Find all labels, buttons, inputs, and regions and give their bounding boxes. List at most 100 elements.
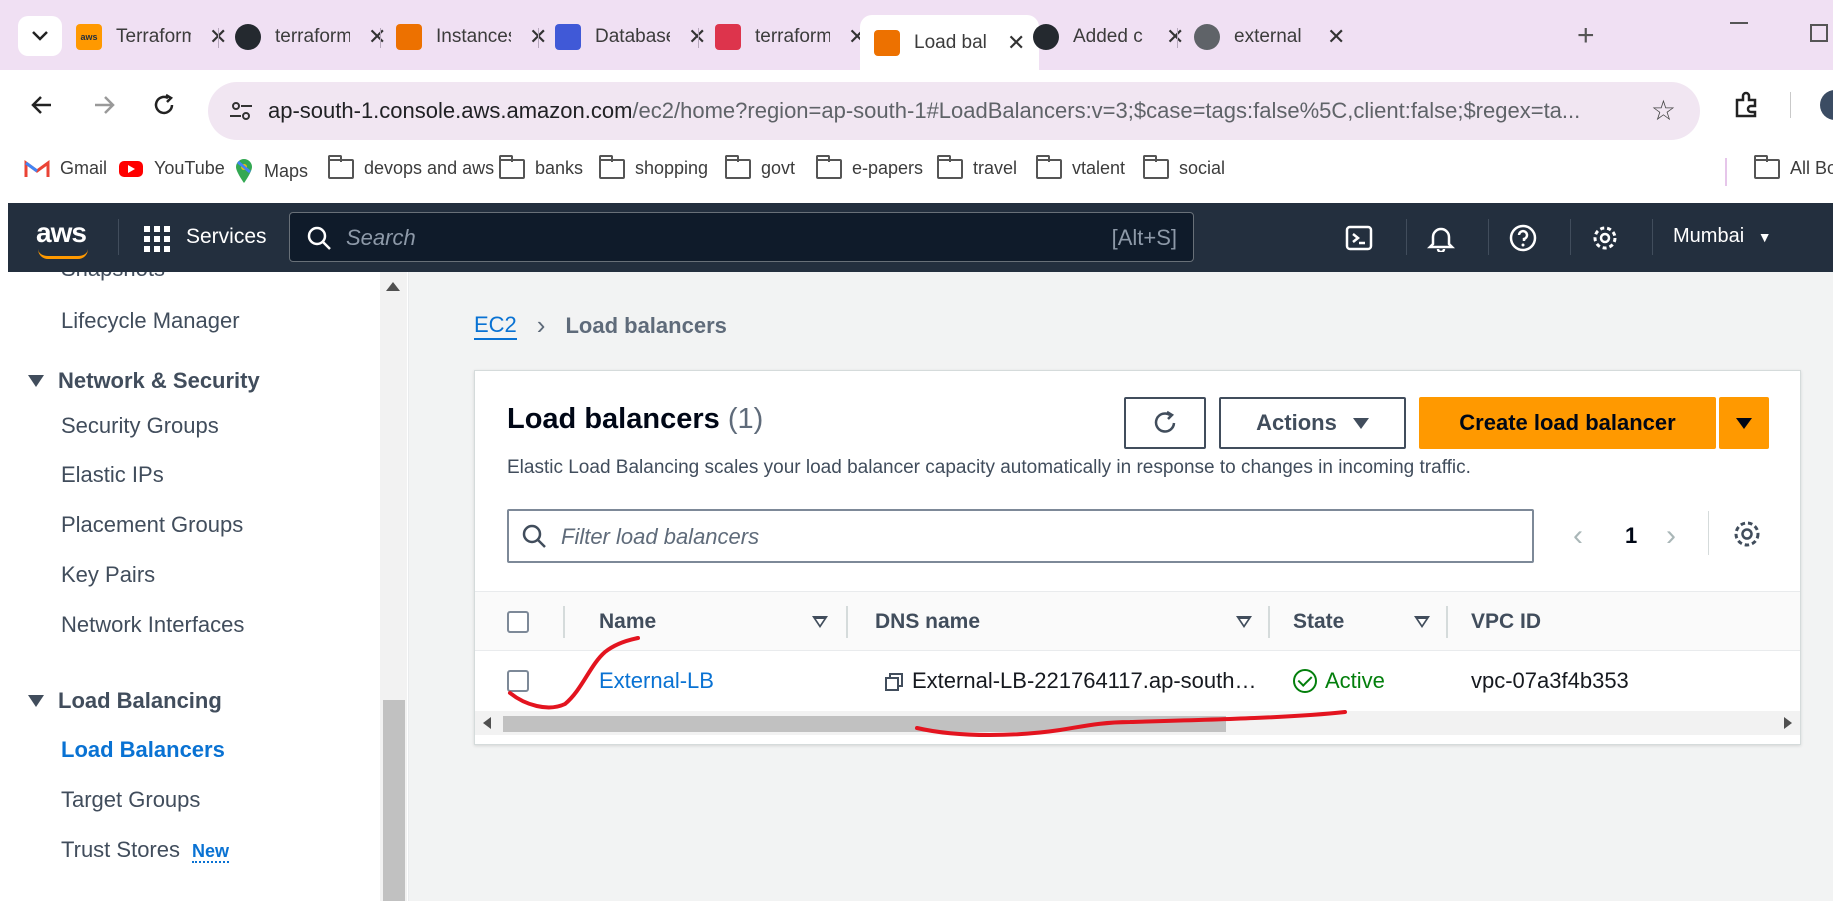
sidebar-item-network-interfaces[interactable]: Network Interfaces (61, 612, 244, 638)
services-grid-icon[interactable] (144, 226, 170, 252)
minimize-icon[interactable] (1730, 22, 1748, 24)
bookmark-star-icon[interactable]: ☆ (1651, 94, 1676, 127)
sidebar-item-placement-groups[interactable]: Placement Groups (61, 512, 243, 538)
column-header-vpc-id[interactable]: VPC ID (1471, 610, 1541, 634)
browser-tab[interactable]: Database ✕ (555, 15, 706, 59)
extensions-icon[interactable] (1731, 90, 1761, 120)
bookmark-folder[interactable]: shopping (599, 154, 708, 179)
column-header-dns-name[interactable]: DNS name (875, 610, 980, 634)
region-selector[interactable]: Mumbai ▼ (1673, 225, 1772, 248)
new-tab-button[interactable]: + (1577, 19, 1595, 53)
scroll-up-arrow-icon[interactable] (386, 282, 400, 291)
sort-icon[interactable] (1414, 616, 1430, 628)
scroll-right-arrow-icon[interactable] (1784, 717, 1792, 729)
sidebar-item-elastic-ips[interactable]: Elastic IPs (61, 462, 164, 488)
sidebar-item-snapshots[interactable]: Snapshots (61, 272, 165, 282)
close-icon[interactable]: ✕ (1166, 24, 1184, 50)
browser-tab[interactable]: Added c ✕ (1033, 15, 1184, 59)
bookmark-maps[interactable]: Maps (234, 158, 308, 184)
bookmark-folder[interactable]: devops and aws (328, 154, 494, 179)
table-horizontal-scrollbar[interactable] (475, 711, 1800, 735)
console-search-input[interactable]: Search [Alt+S] (289, 212, 1194, 262)
maximize-icon[interactable] (1810, 24, 1828, 42)
page-title: Load balancers (1) (507, 403, 763, 436)
search-shortcut: [Alt+S] (1111, 225, 1177, 250)
settings-button[interactable] (1588, 221, 1622, 255)
bookmark-folder[interactable]: banks (499, 154, 583, 179)
page-number[interactable]: 1 (1625, 523, 1637, 549)
reload-button[interactable] (152, 92, 176, 124)
tab-search-button[interactable] (18, 16, 62, 56)
actions-dropdown[interactable]: Actions (1219, 397, 1406, 449)
search-placeholder: Search (346, 225, 416, 250)
bookmark-folder[interactable]: govt (725, 154, 795, 179)
browser-tab[interactable]: Instances ✕ (396, 15, 547, 59)
bookmark-folder[interactable]: social (1143, 154, 1225, 179)
browser-tab[interactable]: external ✕ (1194, 15, 1345, 59)
create-options-dropdown[interactable] (1719, 397, 1769, 449)
refresh-button[interactable] (1124, 397, 1206, 449)
column-header-name[interactable]: Name (599, 610, 656, 634)
bookmark-folder[interactable]: travel (937, 154, 1017, 179)
gear-icon[interactable] (1732, 519, 1762, 549)
tab-title: terraform (755, 26, 830, 47)
sidebar-item-load-balancers[interactable]: Load Balancers (61, 737, 225, 763)
browser-tab[interactable]: aws Terraform ✕ (76, 15, 227, 59)
sidebar-item-key-pairs[interactable]: Key Pairs (61, 562, 155, 588)
help-button[interactable] (1506, 221, 1540, 255)
sidebar-section-network-security[interactable]: Network & Security (28, 368, 260, 394)
section-label: Load Balancing (58, 688, 222, 713)
sidebar-item-trust-stores[interactable]: Trust Stores New (61, 837, 230, 863)
sidebar-section-load-balancing[interactable]: Load Balancing (28, 688, 222, 714)
search-icon (307, 226, 331, 250)
create-load-balancer-button[interactable]: Create load balancer (1419, 397, 1716, 449)
filter-input[interactable]: Filter load balancers (507, 509, 1534, 563)
close-icon[interactable]: ✕ (368, 24, 386, 50)
aws-logo[interactable]: aws (36, 217, 87, 249)
new-badge: New (192, 841, 230, 863)
address-bar[interactable]: ap-south-1.console.aws.amazon.com/ec2/ho… (208, 82, 1700, 140)
chevron-right-icon[interactable]: › (1666, 519, 1676, 553)
folder-icon (599, 154, 625, 179)
copy-icon[interactable] (885, 673, 903, 691)
cloudshell-button[interactable] (1342, 221, 1376, 255)
forward-button[interactable] (92, 92, 116, 124)
column-header-state[interactable]: State (1293, 610, 1344, 634)
scroll-left-arrow-icon[interactable] (483, 717, 491, 729)
row-checkbox[interactable] (507, 670, 529, 692)
browser-tab[interactable]: terraform ✕ (715, 15, 866, 59)
sidebar-scroll-thumb[interactable] (383, 700, 405, 901)
browser-tab-active[interactable]: Load bal ✕ (860, 15, 1040, 70)
lb-name-link[interactable]: External-LB (599, 668, 714, 694)
bookmark-label: Maps (264, 160, 309, 181)
sort-icon[interactable] (812, 616, 828, 628)
aws-top-nav: aws Services Search [Alt+S] Mumbai ▼ (8, 203, 1833, 272)
bookmark-youtube[interactable]: YouTube (118, 158, 225, 179)
tab-title: Load bal (914, 31, 987, 53)
notifications-button[interactable] (1424, 221, 1458, 255)
breadcrumb-ec2[interactable]: EC2 (474, 312, 517, 340)
ec2-icon (874, 29, 900, 56)
site-info-icon[interactable] (228, 98, 254, 124)
filter-placeholder: Filter load balancers (561, 524, 760, 549)
close-icon[interactable]: ✕ (1327, 24, 1345, 50)
all-bookmarks[interactable]: All Bo (1754, 154, 1833, 179)
close-icon[interactable]: ✕ (1007, 30, 1025, 56)
chevron-left-icon[interactable]: ‹ (1573, 519, 1583, 553)
table-row[interactable]: External-LB External-LB-221764117.ap-sou… (475, 651, 1800, 711)
services-menu[interactable]: Services (186, 225, 267, 249)
bookmarks-bar: Gmail YouTube Maps devops and aws banks … (0, 146, 1833, 202)
breadcrumb-current: Load balancers (565, 312, 727, 338)
select-all-checkbox[interactable] (507, 611, 529, 633)
back-button[interactable] (30, 92, 54, 124)
sidebar-item-security-groups[interactable]: Security Groups (61, 413, 219, 439)
horizontal-scroll-thumb[interactable] (503, 716, 1226, 732)
bookmark-folder[interactable]: vtalent (1036, 154, 1125, 179)
sidebar-item-target-groups[interactable]: Target Groups (61, 787, 200, 813)
sidebar-item-lifecycle-manager[interactable]: Lifecycle Manager (61, 308, 240, 334)
bookmark-gmail[interactable]: Gmail (24, 158, 107, 179)
browser-tab[interactable]: terraform ✕ (235, 15, 386, 59)
sort-icon[interactable] (1236, 616, 1252, 628)
bookmark-folder[interactable]: e-papers (816, 154, 923, 179)
registry-icon (715, 24, 741, 50)
